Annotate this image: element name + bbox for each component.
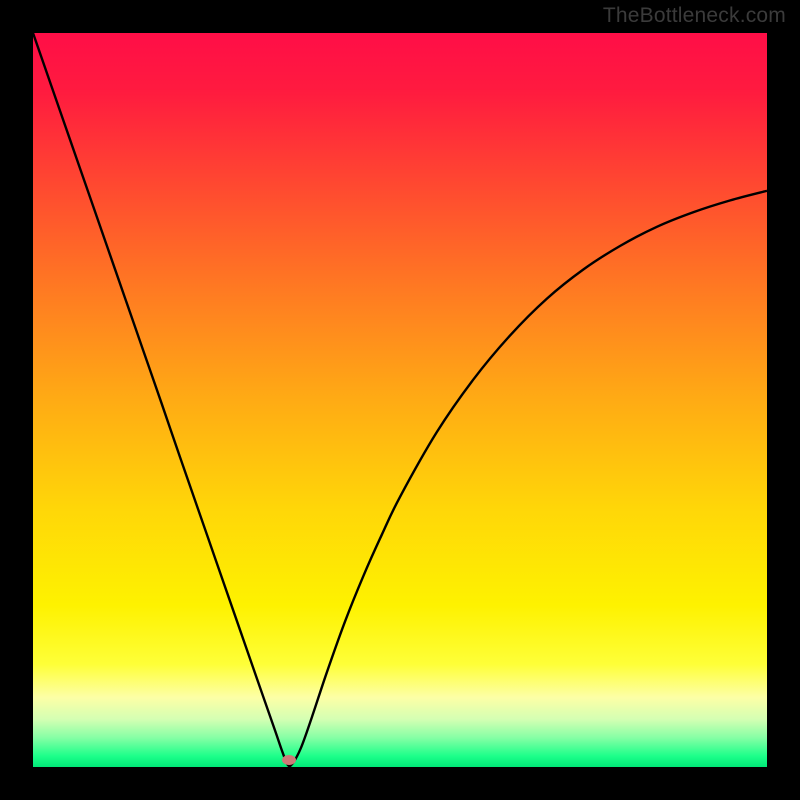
chart-stage: TheBottleneck.com bbox=[0, 0, 800, 800]
curve-layer bbox=[33, 33, 767, 767]
bottleneck-curve bbox=[33, 33, 767, 766]
plot-area bbox=[33, 33, 767, 767]
watermark-text: TheBottleneck.com bbox=[603, 4, 786, 28]
minimum-marker bbox=[282, 755, 296, 765]
